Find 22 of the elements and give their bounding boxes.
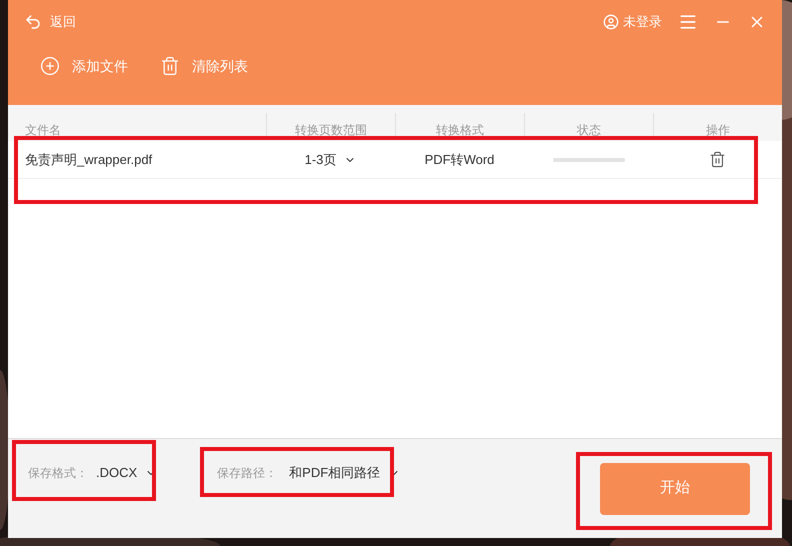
column-header: 转换页数范围 — [295, 122, 367, 139]
clear-list-button[interactable]: 清除列表 — [160, 56, 248, 76]
conversion-format: PDF转Word — [424, 150, 496, 169]
delete-icon[interactable] — [709, 151, 726, 168]
column-header: 文件名 — [25, 122, 61, 139]
column-header: 操作 — [706, 122, 730, 139]
add-file-button[interactable]: 添加文件 — [40, 56, 128, 76]
user-icon — [603, 14, 619, 30]
trash-icon — [160, 56, 180, 76]
login-button[interactable]: 未登录 — [603, 12, 662, 32]
format-label: 保存格式： — [28, 464, 88, 482]
format-dropdown[interactable]: .DOCX — [96, 462, 158, 482]
file-name: 免责声明_wrapper.pdf — [24, 150, 154, 169]
column-header: 状态 — [577, 122, 601, 139]
path-label: 保存路径： — [217, 464, 278, 482]
add-icon — [40, 56, 60, 76]
back-button[interactable]: 返回 — [24, 12, 76, 32]
page-range-dropdown[interactable]: 1-3页 — [304, 150, 356, 170]
path-dropdown[interactable]: 和PDF相同路径 — [289, 462, 400, 482]
start-button[interactable]: 开始 — [600, 462, 750, 514]
column-header: 转换格式 — [436, 122, 484, 139]
back-icon — [24, 13, 42, 31]
